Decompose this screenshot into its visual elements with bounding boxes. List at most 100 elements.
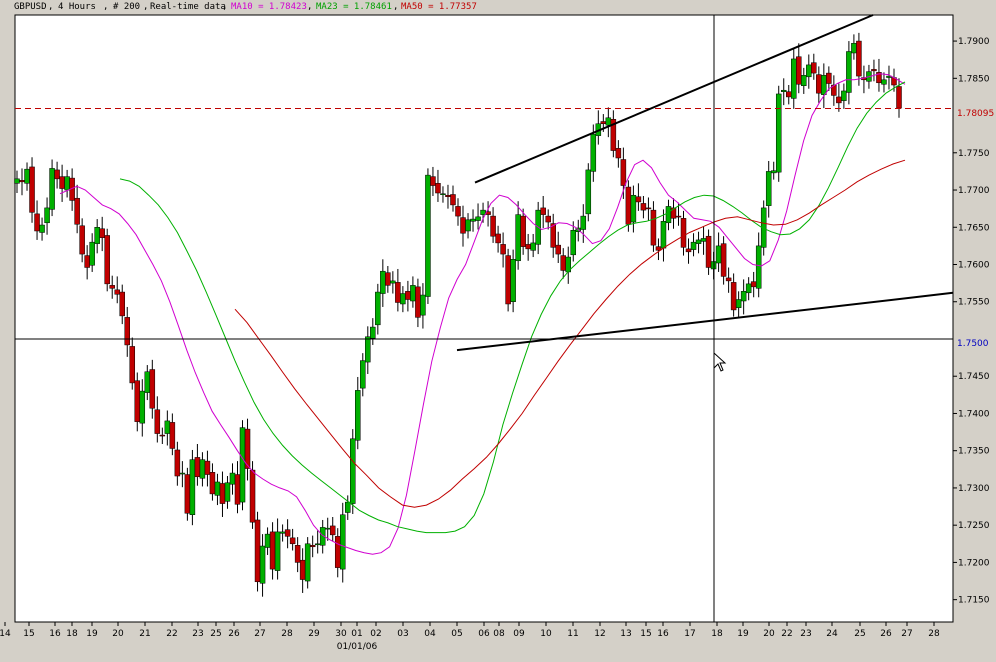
candle-bear <box>99 228 105 238</box>
y-tick-label: 1.7650 <box>958 223 990 233</box>
candle-bear <box>490 215 496 237</box>
x-tick-label: 28 <box>281 629 293 639</box>
candle-bull <box>846 51 852 93</box>
x-tick-label: 23 <box>192 629 203 639</box>
candle-bear <box>104 235 110 285</box>
x-tick-label: 03 <box>397 629 408 639</box>
candle-bear <box>119 291 125 317</box>
y-tick-label: 1.7250 <box>958 521 990 531</box>
candle-bull <box>605 117 612 126</box>
candle-bull <box>390 280 396 284</box>
candle-bull <box>64 176 70 191</box>
current-price-marker: 1.78095 <box>954 106 996 119</box>
y-tick-label: 1.7400 <box>958 409 990 419</box>
candle-bear <box>495 233 501 244</box>
candle-bull <box>350 438 356 504</box>
candle-bull <box>700 238 707 242</box>
header-separator-6: , <box>393 2 398 12</box>
x-tick-label: 13 <box>620 629 631 639</box>
x-tick-label: 21 <box>139 629 150 639</box>
candle-bear <box>816 74 822 94</box>
candle-bear <box>34 213 40 232</box>
candle-bull <box>515 214 521 262</box>
header-ma23: MA23 = 1.78461 <box>316 2 392 12</box>
candle-bear <box>194 457 201 478</box>
candle-bull <box>360 360 366 389</box>
x-tick-label: 23 <box>800 629 811 639</box>
plot-area[interactable] <box>14 14 954 623</box>
candle-bull <box>94 227 100 244</box>
candle-bear <box>124 317 130 346</box>
x-tick-label: 09 <box>513 629 525 639</box>
x-tick-label: 26 <box>228 629 240 639</box>
header-separator-2: , <box>103 2 108 12</box>
x-tick-label: 02 <box>370 629 381 639</box>
candle-bear <box>500 244 506 255</box>
x-tick-label: 16 <box>49 629 61 639</box>
candle-bull <box>690 241 697 250</box>
candle-bull <box>590 133 597 172</box>
candle-bear <box>871 69 877 72</box>
candle-bull <box>801 75 807 87</box>
x-tick-label: 18 <box>711 629 723 639</box>
x-tick-label: 22 <box>781 629 792 639</box>
x-tick-label: 04 <box>424 629 436 639</box>
candle-bull <box>821 75 827 95</box>
candle-bull <box>510 259 516 302</box>
x-tick-label: 22 <box>166 629 177 639</box>
candle-bear <box>645 207 652 210</box>
candle-bull <box>881 79 887 85</box>
header-separator-1: , <box>48 2 53 12</box>
candle-bear <box>455 206 461 217</box>
candle-bull <box>355 390 361 441</box>
x-tick-label: 01 <box>351 629 362 639</box>
candle-bear <box>169 422 176 449</box>
candle-bear <box>219 483 226 504</box>
candle-bull <box>39 224 45 233</box>
candle-bull <box>365 336 371 363</box>
y-tick-label: 1.7850 <box>958 74 990 84</box>
candle-bear <box>284 529 291 537</box>
candle-bull <box>274 531 281 571</box>
candle-bull <box>370 326 376 339</box>
y-tick-label: 1.7300 <box>958 484 990 494</box>
candle-bull <box>189 459 196 516</box>
candle-bear <box>635 196 642 203</box>
candle-bull <box>530 242 536 251</box>
x-tick-label: 20 <box>112 629 124 639</box>
candle-bull <box>179 472 186 475</box>
x-tick-label: 25 <box>854 629 865 639</box>
y-tick-label: 1.7750 <box>958 149 990 159</box>
y-tick-label: 1.7150 <box>958 596 990 606</box>
candle-bull <box>345 501 351 513</box>
candle-bull <box>164 420 171 434</box>
candle-bull <box>239 427 246 503</box>
candle-bear <box>730 282 737 311</box>
candle-bull <box>630 194 637 223</box>
x-tick-label: 27 <box>901 629 912 639</box>
header-timeframe: 4 Hours <box>58 2 96 12</box>
x-tick-label: 15 <box>640 629 651 639</box>
candle-bear <box>620 159 627 186</box>
x-tick-label: 20 <box>763 629 775 639</box>
candle-bull <box>465 219 471 232</box>
header-separator-5: , <box>307 2 312 12</box>
candle-bull <box>279 531 286 534</box>
candle-bull <box>44 207 50 224</box>
header-separator-4: , <box>222 2 227 12</box>
candle-bear <box>826 72 832 84</box>
candle-bear <box>129 346 136 384</box>
candle-bear <box>545 215 551 223</box>
candle-bear <box>720 243 727 277</box>
candle-bull <box>715 245 722 264</box>
candle-bull <box>144 371 151 393</box>
candle-bear <box>395 282 401 303</box>
x-tick-label: 27 <box>254 629 265 639</box>
candle-bull <box>806 64 812 78</box>
candle-bear <box>184 474 191 514</box>
candle-bull <box>841 90 847 101</box>
candle-bull <box>259 545 266 584</box>
candle-bear <box>204 460 211 475</box>
candle-bear <box>149 369 156 409</box>
candle-bear <box>405 291 411 300</box>
